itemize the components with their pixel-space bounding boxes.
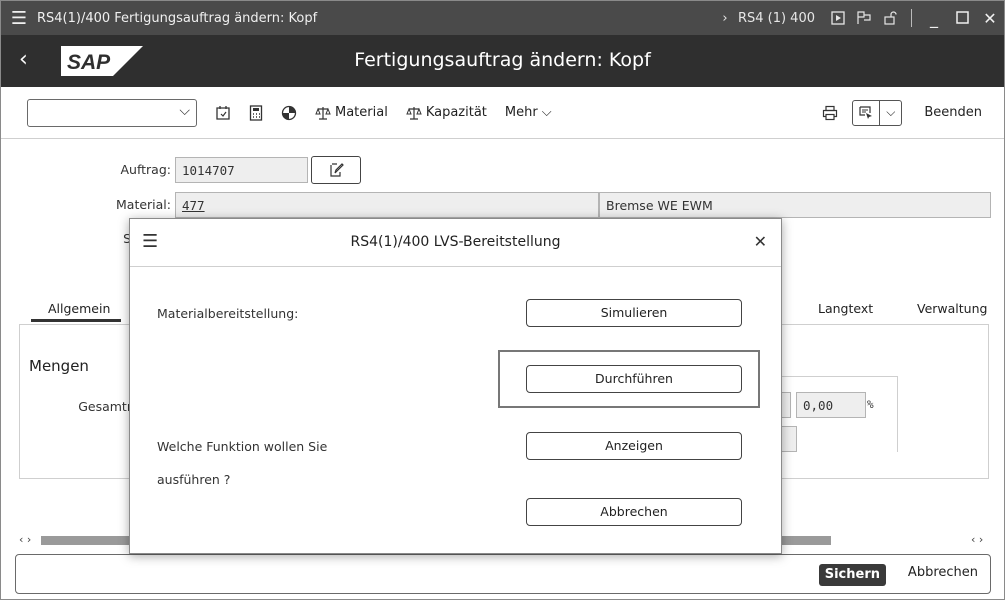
minimize-icon[interactable]: _ bbox=[920, 9, 948, 28]
tab-verwaltung[interactable]: Verwaltung bbox=[917, 301, 987, 316]
chevron-right-icon[interactable]: › bbox=[712, 9, 738, 27]
unlock-icon[interactable] bbox=[877, 9, 903, 27]
chevron-down-icon: ⌵ bbox=[541, 105, 552, 120]
tab-allgemein[interactable]: Allgemein bbox=[48, 301, 110, 316]
materialbereitstellung-label: Materialbereitstellung: bbox=[157, 306, 299, 321]
kapazitaet-button[interactable]: Kapazität bbox=[406, 99, 487, 127]
durchfuehren-button[interactable]: Durchführen bbox=[526, 365, 742, 393]
question-text-line2: ausführen ? bbox=[157, 472, 231, 487]
dialog-header: ☰ RS4(1)/400 LVS-Bereitstellung ✕ bbox=[130, 219, 781, 267]
page-title: Fertigungsauftrag ändern: Kopf bbox=[354, 49, 651, 71]
play-box-icon[interactable] bbox=[825, 9, 851, 27]
system-info: RS4 (1) 400 bbox=[737, 10, 815, 26]
question-text-line1: Welche Funktion wollen Sie bbox=[157, 439, 328, 454]
material-field[interactable]: 477 bbox=[175, 192, 599, 218]
beenden-button[interactable]: Beenden bbox=[924, 105, 982, 120]
application-toolbar: ⌵ Material Kapazität Mehr ⌵ ⌵ Beenden bbox=[1, 87, 1004, 139]
gesamtmenge-label: Gesamtm bbox=[78, 399, 139, 414]
parameter-icon[interactable] bbox=[851, 9, 877, 27]
calculator-icon bbox=[249, 104, 263, 121]
edit-order-button[interactable] bbox=[311, 156, 361, 184]
calculator-button[interactable] bbox=[249, 99, 263, 127]
lvs-bereitstellung-dialog: ☰ RS4(1)/400 LVS-Bereitstellung ✕ Materi… bbox=[129, 218, 782, 554]
command-field[interactable]: ⌵ bbox=[27, 98, 197, 127]
calendar-icon bbox=[216, 105, 230, 120]
material-button[interactable]: Material bbox=[315, 99, 388, 127]
section-frame-right bbox=[897, 376, 898, 452]
scroll-left-icon[interactable]: ‹ › bbox=[19, 533, 31, 546]
status-button[interactable] bbox=[281, 99, 297, 127]
scroll-right-icon[interactable]: ‹ › bbox=[971, 533, 983, 546]
material-description: Bremse WE EWM bbox=[599, 192, 991, 218]
balance-icon bbox=[315, 106, 331, 120]
percent-field[interactable]: 0,00 bbox=[796, 392, 866, 418]
print-button[interactable] bbox=[822, 99, 838, 127]
section-frame-top bbox=[781, 376, 898, 377]
shell-header: ‹ SAP Fertigungsauftrag ändern: Kopf bbox=[1, 35, 1004, 87]
tab-langtext[interactable]: Langtext bbox=[818, 301, 873, 316]
close-icon[interactable]: ✕ bbox=[754, 232, 767, 251]
chevron-down-icon[interactable]: ⌵ bbox=[880, 105, 901, 120]
dialog-abbrechen-button[interactable]: Abbrechen bbox=[526, 498, 742, 526]
title-separator bbox=[911, 9, 912, 27]
layout-menu-button[interactable]: ⌵ bbox=[852, 99, 903, 126]
mehr-menu[interactable]: Mehr ⌵ bbox=[505, 99, 552, 127]
pie-status-icon bbox=[281, 105, 297, 120]
edit-document-icon bbox=[330, 163, 344, 177]
footer-bar: Sichern Abbrechen bbox=[15, 554, 991, 594]
balance-icon bbox=[406, 106, 422, 120]
hamburger-menu-icon[interactable]: ☰ bbox=[1, 8, 37, 29]
material-label: Material: bbox=[116, 197, 171, 212]
kapazitaet-button-label: Kapazität bbox=[425, 105, 487, 120]
dialog-title: RS4(1)/400 LVS-Bereitstellung bbox=[350, 234, 561, 250]
sichern-button[interactable]: Sichern bbox=[818, 564, 886, 586]
title-bar: ☰ RS4(1)/400 Fertigungsauftrag ändern: K… bbox=[1, 1, 1004, 35]
footer-abbrechen-button[interactable]: Abbrechen bbox=[908, 565, 978, 580]
section-mengen-title: Mengen bbox=[29, 357, 89, 375]
auftrag-label: Auftrag: bbox=[120, 162, 171, 177]
mehr-label: Mehr bbox=[504, 105, 538, 120]
scroll-track-visible[interactable] bbox=[781, 536, 831, 545]
sap-window: ☰ RS4(1)/400 Fertigungsauftrag ändern: K… bbox=[0, 0, 1005, 600]
anzeigen-button[interactable]: Anzeigen bbox=[526, 432, 742, 460]
auftrag-field[interactable]: 1014707 bbox=[175, 157, 308, 183]
toolbar-right: ⌵ Beenden bbox=[804, 99, 982, 127]
percent-sign: % bbox=[867, 398, 874, 411]
material-button-label: Material bbox=[335, 105, 388, 120]
calendar-button[interactable] bbox=[215, 99, 231, 127]
simulieren-button[interactable]: Simulieren bbox=[526, 299, 742, 327]
close-window-icon[interactable]: ✕ bbox=[976, 9, 1004, 28]
partial-label: S bbox=[123, 231, 131, 246]
chevron-down-icon[interactable]: ⌵ bbox=[179, 103, 190, 119]
window-title: RS4(1)/400 Fertigungsauftrag ändern: Kop… bbox=[37, 10, 318, 26]
maximize-icon[interactable] bbox=[948, 9, 976, 28]
printer-icon bbox=[823, 105, 838, 120]
layout-icon[interactable] bbox=[853, 100, 881, 125]
active-tab-indicator bbox=[31, 319, 121, 322]
